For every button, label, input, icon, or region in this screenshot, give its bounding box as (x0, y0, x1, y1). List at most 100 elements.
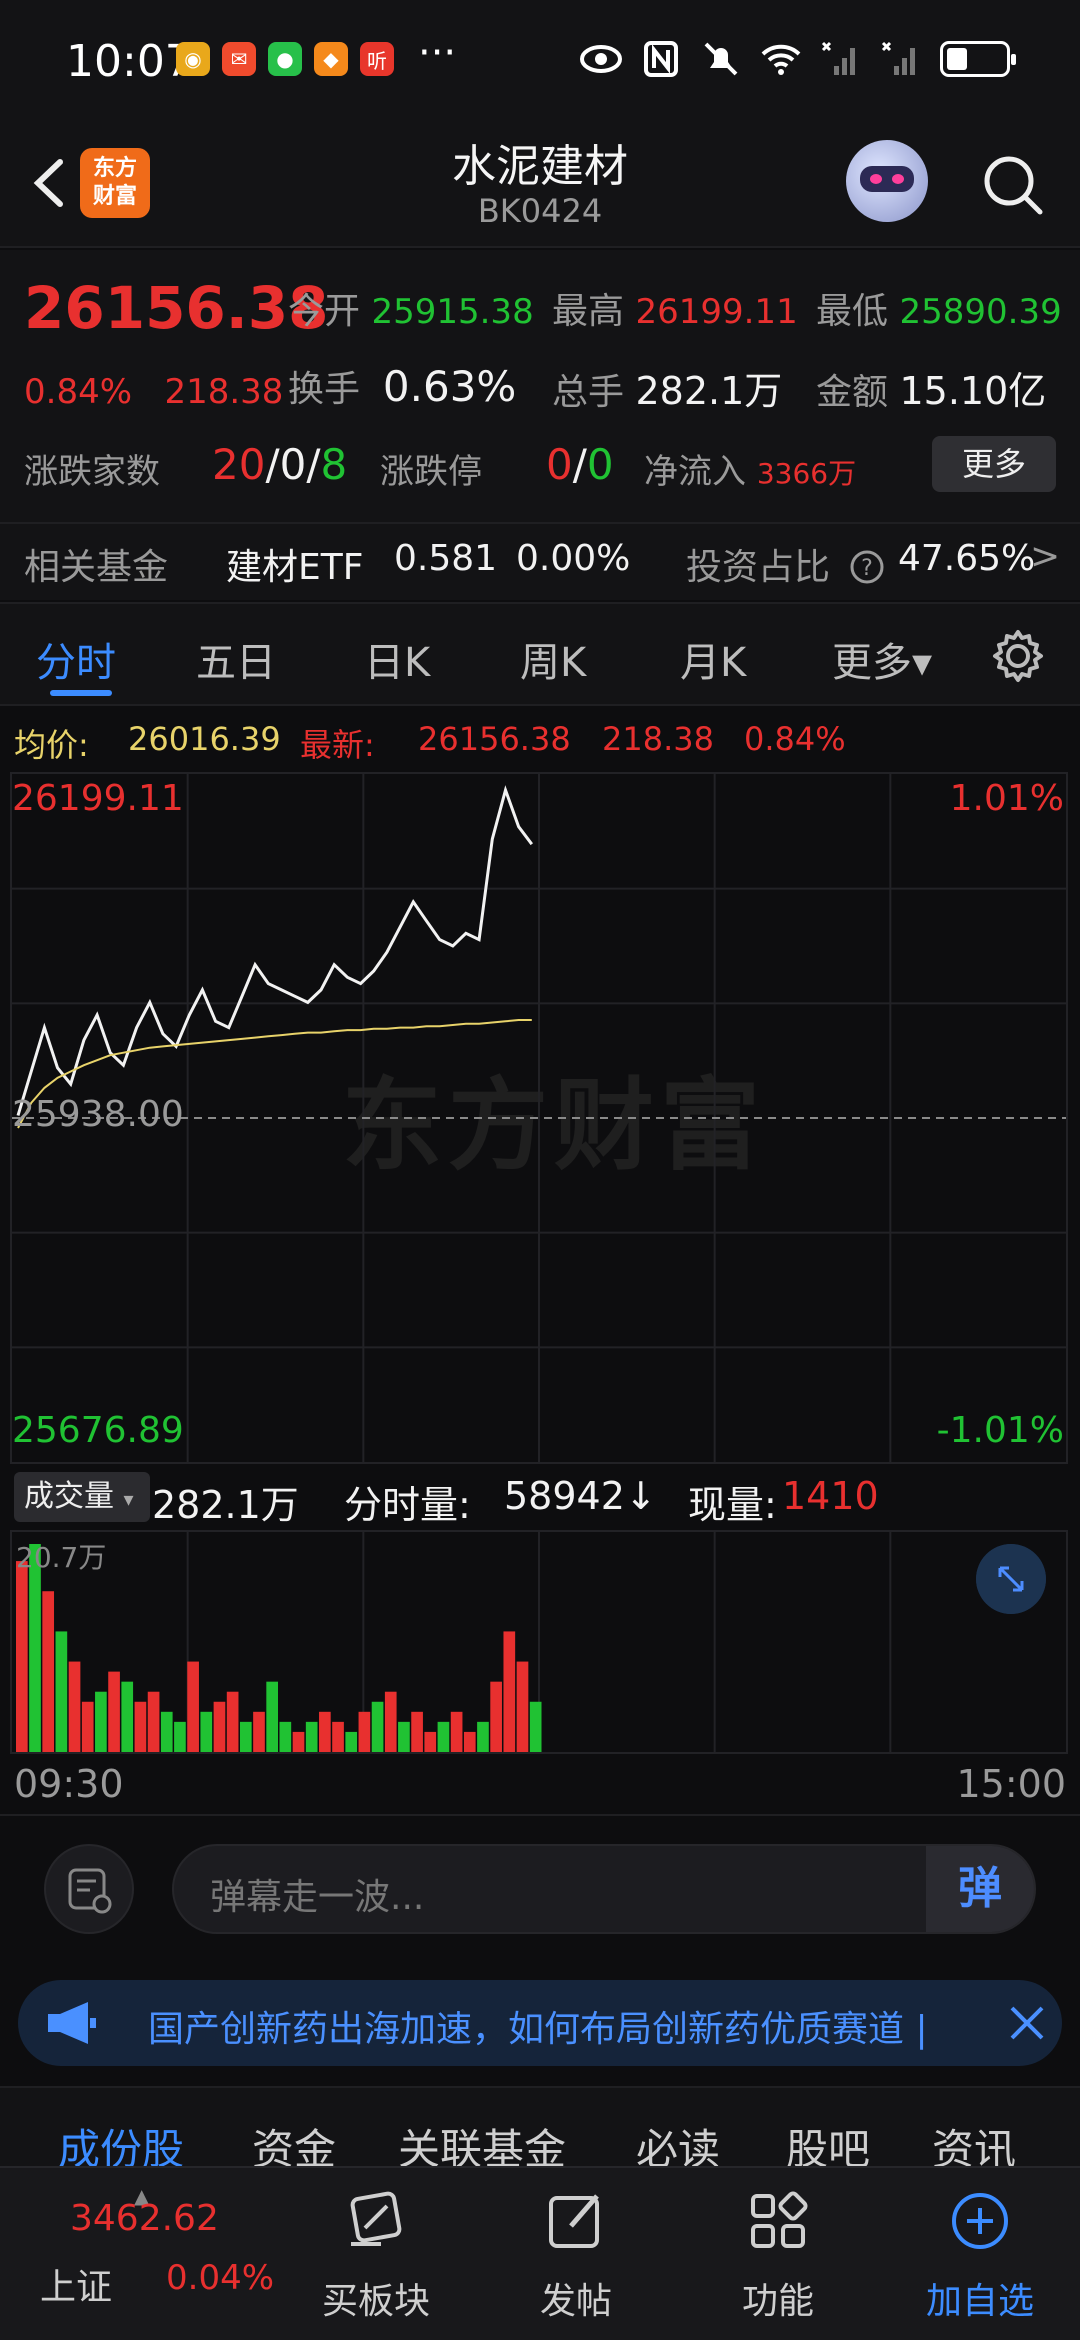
turnover-label: 换手 (288, 369, 361, 410)
nav-functions[interactable]: 功能 (698, 2186, 858, 2324)
status-bar: 10:07 ◉ ✉ ● ◆ 听 ··· (0, 0, 1080, 120)
volume-bar (253, 1711, 265, 1752)
volume-bar (411, 1711, 423, 1752)
nav-buy-sector[interactable]: 买板块 (296, 2186, 456, 2324)
updown-counts: 20/0/8 (212, 440, 348, 489)
megaphone-icon (48, 2002, 96, 2044)
signal-icon-2 (881, 41, 915, 75)
volume-max-label: 20.7万 (16, 1541, 107, 1574)
open-label: 今开 (288, 291, 361, 332)
volume-bar (187, 1661, 199, 1752)
related-fund-row[interactable]: 相关基金 建材ETF 0.581 0.00% 投资占比 ? 47.65% > (0, 522, 1080, 600)
tab-intraday[interactable]: 分时 (36, 630, 116, 688)
volume-bar (490, 1681, 502, 1752)
listen-icon: 听 (360, 42, 394, 76)
volume-total: 282.1万 (152, 1483, 299, 1527)
nfc-icon (644, 41, 678, 77)
nav-post-label: 发帖 (539, 2281, 612, 2322)
volume-bar (319, 1711, 331, 1752)
danmaku-input[interactable]: 弹幕走一波... 弹 (172, 1844, 1036, 1934)
fund-ratio: 47.65% (898, 538, 1036, 579)
intraday-chart[interactable]: 东方财富 26199.11 25938.00 25676.89 1.01% -1… (10, 772, 1068, 1464)
volume-bar (305, 1721, 318, 1752)
index-value: 3462.62 (70, 2198, 219, 2239)
volume-bar (16, 1561, 28, 1752)
index-pct: 0.04% (166, 2258, 275, 2298)
more-button[interactable]: 更多 (932, 436, 1056, 492)
high-value: 26199.11 (635, 292, 798, 332)
search-icon[interactable] (978, 150, 1048, 220)
help-icon[interactable]: ? (850, 550, 884, 584)
nav-add-watchlist[interactable]: 加自选 (900, 2186, 1060, 2324)
news-banner[interactable]: 国产创新药出海加速，如何布局创新药优质赛道 | (18, 1980, 1062, 2066)
limit-label: 涨跌停 (380, 452, 482, 492)
change-value: 218.38 (164, 372, 284, 412)
tab-more[interactable]: 更多▾ (832, 630, 932, 688)
volume-bar (95, 1691, 107, 1752)
tab-five-day[interactable]: 五日 (196, 630, 276, 688)
volume-bar (345, 1731, 358, 1752)
tab-daily-k[interactable]: 日K (364, 630, 430, 688)
volume-bar (226, 1691, 239, 1752)
volume-bar (279, 1721, 292, 1752)
updown-label: 涨跌家数 (24, 452, 160, 492)
danmaku-settings-button[interactable] (44, 1844, 134, 1934)
assistant-robot-icon[interactable] (846, 140, 928, 222)
danmaku-send-button[interactable]: 弹 (926, 1846, 1034, 1932)
volume-bar (147, 1691, 160, 1752)
volume-bar (160, 1711, 173, 1752)
high-stat: 最高 26199.11 (552, 282, 798, 334)
eye-icon (580, 45, 622, 73)
y-axis-mid-label: 25938.00 (12, 1094, 184, 1135)
y-axis-bottom-label: 25676.89 (12, 1410, 184, 1451)
wifi-icon (761, 44, 801, 75)
volume-bar (292, 1731, 305, 1752)
volume-bar (384, 1691, 397, 1752)
open-stat: 今开 25915.38 (288, 282, 534, 334)
intraday-info-line: 均价: 26016.39 最新: 26156.38 218.38 0.84% (0, 708, 1080, 772)
svg-text:?: ? (861, 556, 873, 581)
tab-monthly-k[interactable]: 月K (680, 630, 746, 688)
nav-add-label: 加自选 (925, 2281, 1034, 2322)
close-icon[interactable] (1008, 2004, 1046, 2042)
latest-change: 218.38 (602, 720, 714, 758)
buy-sector-icon (350, 2191, 402, 2246)
nav-post[interactable]: 发帖 (496, 2186, 656, 2324)
notification-icons: ◉ ✉ ● ◆ 听 (176, 42, 394, 76)
status-time: 10:07 (66, 36, 193, 87)
volume-dropdown[interactable]: 成交量 ▾ (14, 1472, 150, 1522)
volume-bar (266, 1681, 278, 1752)
banner-text: 国产创新药出海加速，如何布局创新药优质赛道 | (148, 2009, 928, 2050)
volume-bar (42, 1591, 55, 1752)
time-axis: 09:30 15:00 (0, 1756, 1080, 1816)
netflow-stat: 净流入 3366万 (644, 452, 857, 492)
index-name: 上证 (40, 2267, 113, 2308)
message-icon: ✉ (222, 42, 256, 76)
current-price: 26156.38 (24, 274, 329, 342)
volume-bar (213, 1701, 226, 1752)
wechat-icon: ● (268, 42, 302, 76)
weibo-icon: ◉ (176, 42, 210, 76)
price-line (16, 785, 533, 1116)
time-end-label: 15:00 (956, 1762, 1066, 1806)
nav-functions-label: 功能 (741, 2281, 814, 2322)
low-value: 25890.39 (899, 292, 1062, 332)
tab-weekly-k[interactable]: 周K (520, 630, 586, 688)
avg-value: 26016.39 (128, 720, 281, 758)
grid-icon (751, 2191, 808, 2248)
time-start-label: 09:30 (14, 1762, 124, 1806)
fund-label: 相关基金 (24, 547, 169, 588)
volume-bar (477, 1721, 489, 1752)
volume-bar (437, 1721, 450, 1752)
volume-bar (121, 1681, 134, 1752)
gear-icon[interactable] (990, 628, 1046, 684)
avg-label: 均价: (14, 726, 89, 764)
low-label: 最低 (816, 291, 889, 332)
quote-panel: 26156.38 0.84% 218.38 今开 25915.38 最高 261… (0, 250, 1080, 600)
volume-chart[interactable]: 20.7万 (10, 1530, 1068, 1754)
fund-change: 0.00% (516, 538, 631, 579)
expand-icon[interactable] (976, 1544, 1046, 1614)
latest-value: 26156.38 (418, 720, 571, 758)
app-icon: ◆ (314, 42, 348, 76)
volume-chart-svg (16, 1532, 892, 1752)
